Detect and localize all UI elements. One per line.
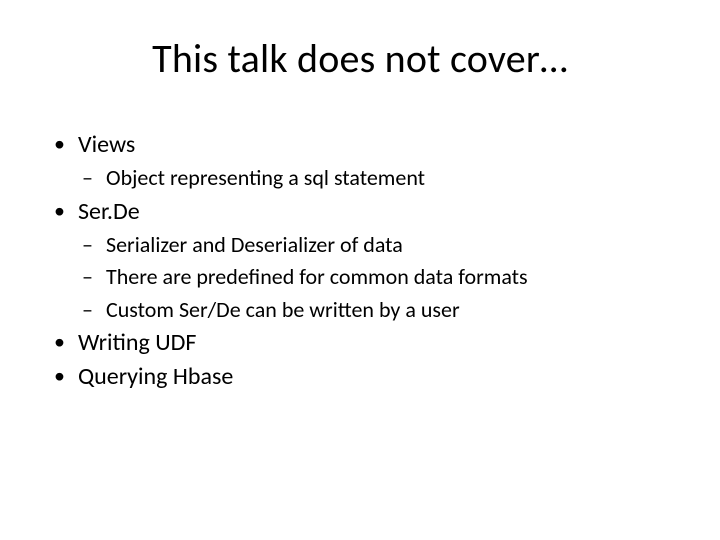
- slide-body: Views Object representing a sql statemen…: [52, 126, 668, 396]
- sub-bullet-item: Custom Ser/De can be written by a user: [78, 296, 668, 325]
- bullet-label: Querying Hbase: [78, 362, 233, 391]
- sub-bullet-item: There are predefined for common data for…: [78, 263, 668, 292]
- sub-bullet-item: Object representing a sql statement: [78, 164, 668, 193]
- bullet-item: Querying Hbase: [52, 362, 668, 392]
- bullet-item: Ser.De: [52, 197, 668, 227]
- sub-bullet-label: There are predefined for common data for…: [106, 263, 528, 290]
- sub-bullet-label: Serializer and Deserializer of data: [106, 231, 403, 258]
- sub-bullet-item: Serializer and Deserializer of data: [78, 231, 668, 260]
- sub-bullet-label: Object representing a sql statement: [106, 164, 425, 191]
- slide-title: This talk does not cover…: [0, 34, 720, 83]
- slide: This talk does not cover… Views Object r…: [0, 0, 720, 540]
- bullet-item: Writing UDF: [52, 328, 668, 358]
- sub-bullet-label: Custom Ser/De can be written by a user: [106, 296, 460, 323]
- bullet-label: Writing UDF: [78, 328, 196, 357]
- bullet-item: Views: [52, 130, 668, 160]
- bullet-label: Ser.De: [78, 197, 140, 226]
- bullet-label: Views: [78, 130, 135, 159]
